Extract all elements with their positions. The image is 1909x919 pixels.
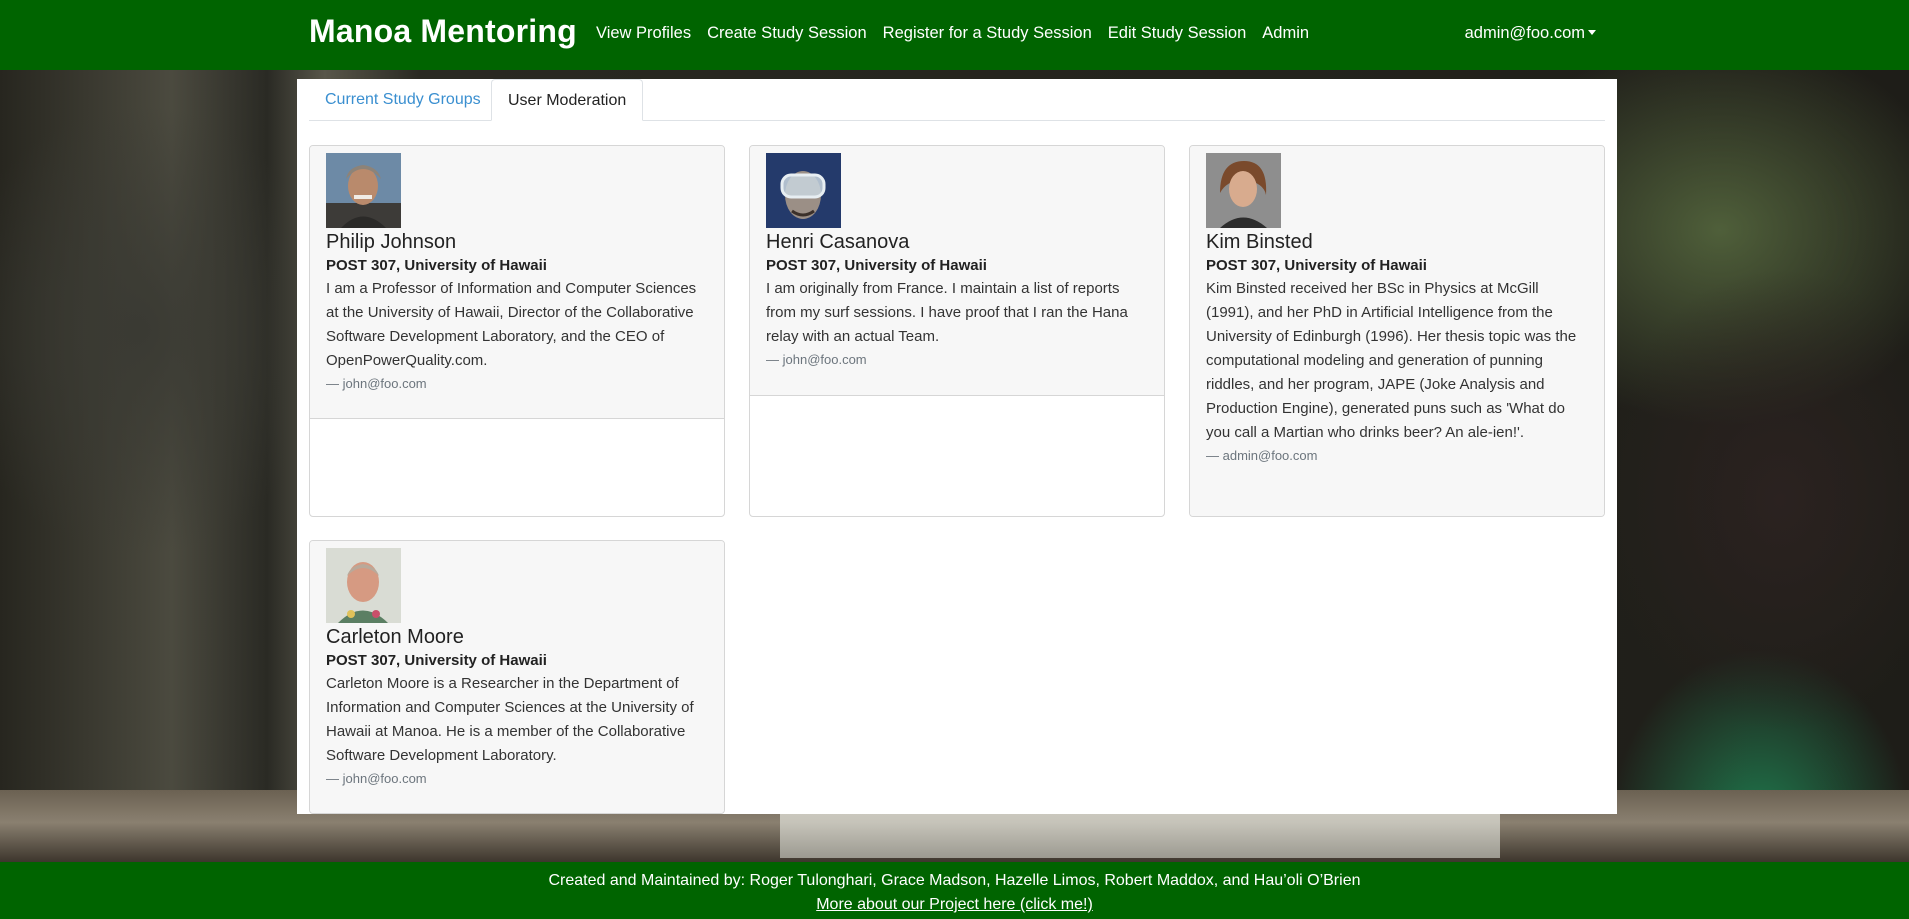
tab-current-study-groups[interactable]: Current Study Groups <box>309 79 497 120</box>
profile-affiliation: POST 307, University of Hawaii <box>1206 257 1427 274</box>
profile-description: I am a Professor of Information and Comp… <box>326 280 697 369</box>
profile-card-body: Philip Johnson POST 307, University of H… <box>310 146 724 419</box>
profile-card-body: Carleton Moore POST 307, University of H… <box>310 541 724 813</box>
profile-card: Henri Casanova POST 307, University of H… <box>749 145 1165 517</box>
profile-name: Kim Binsted <box>1206 231 1313 253</box>
tab-bar: Current Study Groups User Moderation <box>309 79 1605 121</box>
profile-affiliation: POST 307, University of Hawaii <box>326 652 547 669</box>
profile-name: Carleton Moore <box>326 626 464 648</box>
main-panel: Current Study Groups User Moderation Phi… <box>297 79 1617 814</box>
footer: Created and Maintained by: Roger Tulongh… <box>0 862 1909 919</box>
nav-view-profiles[interactable]: View Profiles <box>596 24 691 43</box>
nav-admin[interactable]: Admin <box>1262 24 1309 43</box>
brand-link[interactable]: Manoa Mentoring <box>309 13 577 50</box>
nav-links: View Profiles Create Study Session Regis… <box>596 24 1309 43</box>
nav-edit-study-session[interactable]: Edit Study Session <box>1108 24 1247 43</box>
profile-contact: — admin@foo.com <box>1206 448 1318 463</box>
profile-affiliation: POST 307, University of Hawaii <box>326 257 547 274</box>
profile-card: Kim Binsted POST 307, University of Hawa… <box>1189 145 1605 517</box>
portrait-icon <box>766 153 841 228</box>
profile-contact: — john@foo.com <box>766 352 867 367</box>
portrait-icon <box>1206 153 1281 228</box>
profile-contact: — john@foo.com <box>326 771 427 786</box>
profile-card-body: Kim Binsted POST 307, University of Hawa… <box>1190 146 1604 516</box>
background-papers <box>780 812 1500 858</box>
profile-name: Philip Johnson <box>326 231 457 253</box>
profile-description: Kim Binsted received her BSc in Physics … <box>1206 280 1577 441</box>
project-info-link[interactable]: More about our Project here (click me!) <box>0 896 1909 914</box>
user-dropdown[interactable]: admin@foo.com <box>1465 24 1596 43</box>
profile-card: Carleton Moore POST 307, University of H… <box>309 540 725 814</box>
nav-register-study-session[interactable]: Register for a Study Session <box>883 24 1092 43</box>
footer-credits: Created and Maintained by: Roger Tulongh… <box>548 872 1361 889</box>
profile-contact: — john@foo.com <box>326 376 427 391</box>
profile-description: Carleton Moore is a Researcher in the De… <box>326 675 694 764</box>
profile-name: Henri Casanova <box>766 231 910 253</box>
profile-card: Philip Johnson POST 307, University of H… <box>309 145 725 517</box>
profile-card-body: Henri Casanova POST 307, University of H… <box>750 146 1164 396</box>
tab-user-moderation[interactable]: User Moderation <box>491 79 644 121</box>
profile-description: I am originally from France. I maintain … <box>766 280 1128 345</box>
nav-create-study-session[interactable]: Create Study Session <box>707 24 867 43</box>
portrait-icon <box>326 153 401 228</box>
profile-affiliation: POST 307, University of Hawaii <box>766 257 987 274</box>
caret-down-icon <box>1588 30 1596 35</box>
portrait-icon <box>326 548 401 623</box>
navbar: Manoa Mentoring View Profiles Create Stu… <box>0 0 1909 70</box>
user-email: admin@foo.com <box>1464 24 1585 42</box>
